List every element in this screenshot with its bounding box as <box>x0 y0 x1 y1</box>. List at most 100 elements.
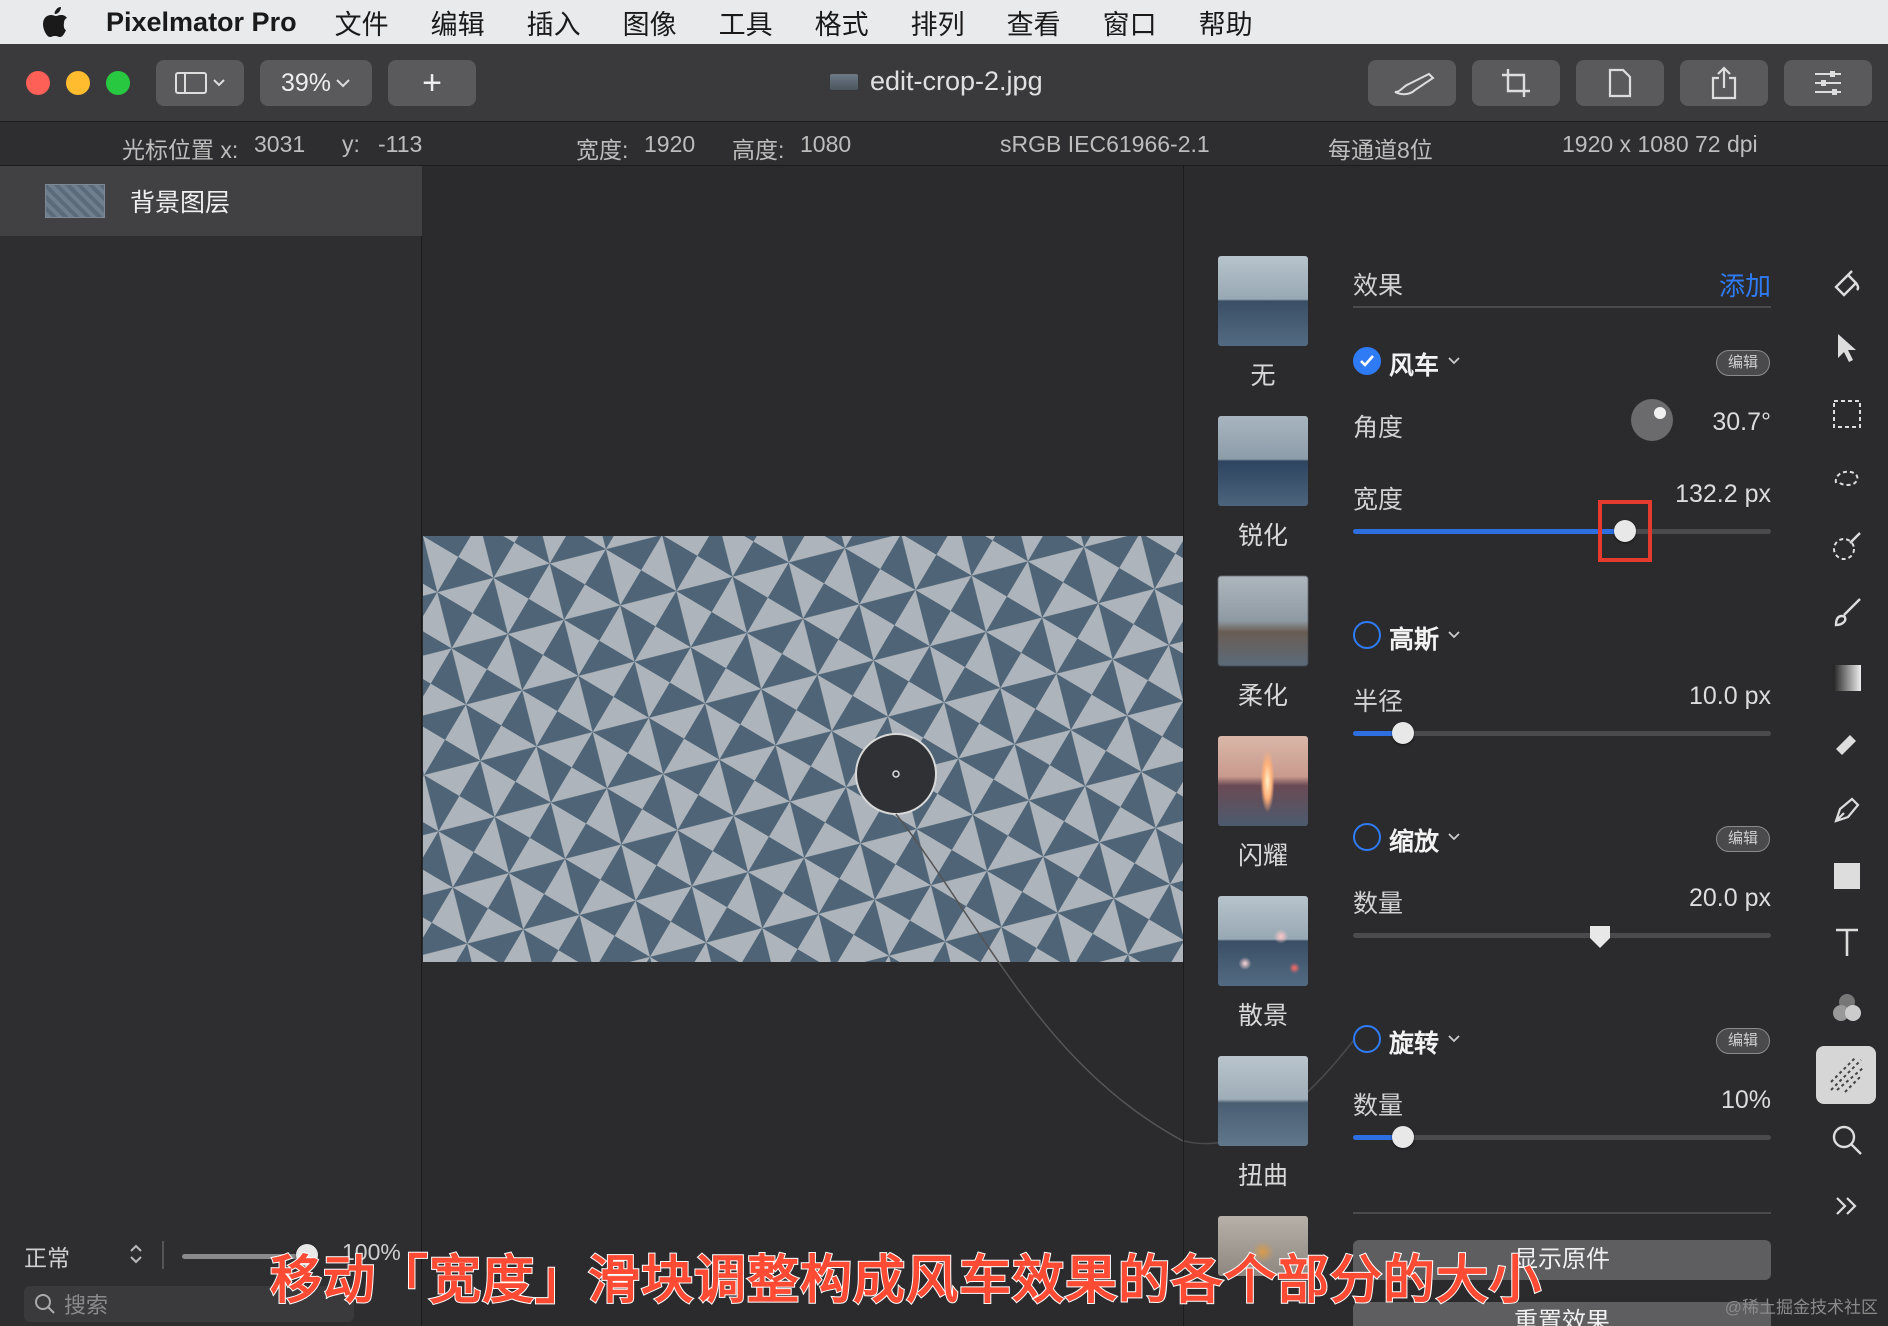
share-button[interactable] <box>1680 60 1768 106</box>
chevron-down-icon[interactable] <box>1447 630 1461 640</box>
width-slider[interactable] <box>1353 529 1771 534</box>
chevron-down-icon[interactable] <box>1447 832 1461 842</box>
zoom-amount-label: 数量 <box>1353 890 1404 918</box>
pinwheel-name[interactable]: 风车 <box>1389 346 1439 382</box>
highlight-box <box>1598 500 1652 562</box>
gradient-tool[interactable] <box>1825 656 1869 700</box>
thumb-bokeh[interactable] <box>1218 896 1308 986</box>
menu-tools[interactable]: 工具 <box>719 3 773 42</box>
pinwheel-checkbox[interactable] <box>1353 347 1381 375</box>
spin-checkbox[interactable] <box>1353 1025 1381 1053</box>
paintbrush-icon <box>1834 598 1861 627</box>
add-button[interactable]: + <box>388 60 476 106</box>
updown-chevron-icon[interactable] <box>128 1241 144 1267</box>
thumb-soften[interactable] <box>1218 576 1308 666</box>
shape-tool[interactable] <box>1825 854 1869 898</box>
spin-amount-knob[interactable] <box>1392 1126 1414 1148</box>
app-menu[interactable]: Pixelmator Pro <box>106 7 297 38</box>
layer-thumbnail <box>45 184 105 218</box>
menu-file[interactable]: 文件 <box>335 3 389 42</box>
zoom-amount-slider[interactable] <box>1353 933 1771 938</box>
cursor-y-label: y: <box>342 131 360 157</box>
effect-browser: 无 锐化 柔化 闪耀 散景 扭曲 <box>1183 166 1354 1326</box>
menu-edit[interactable]: 编辑 <box>431 3 485 42</box>
tutorial-caption: 移动「宽度」滑块调整构成风车效果的各个部分的大小 <box>269 1251 1543 1311</box>
lasso-tool[interactable] <box>1825 458 1869 502</box>
selection-tool[interactable] <box>1825 392 1869 436</box>
bit-depth: 每通道8位 <box>1328 137 1433 163</box>
menu-insert[interactable]: 插入 <box>527 3 581 42</box>
apple-icon[interactable] <box>40 5 70 39</box>
document-icon <box>1608 68 1632 98</box>
search-icon <box>35 1294 55 1314</box>
zoom-name[interactable]: 缩放 <box>1389 822 1439 858</box>
zoom-window-button[interactable] <box>106 71 130 95</box>
effects-header: 效果 <box>1353 272 1404 300</box>
tools-sidebar <box>1803 166 1888 1326</box>
paint-tool[interactable] <box>1825 590 1869 634</box>
sliders-icon <box>1815 71 1841 95</box>
zoom-amount-knob[interactable] <box>1588 924 1612 950</box>
paint-bucket-icon <box>1834 270 1860 297</box>
effects-tool[interactable] <box>1816 1046 1876 1104</box>
menu-arrange[interactable]: 排列 <box>911 3 965 42</box>
canvas-area[interactable] <box>423 166 1183 1326</box>
zoom-amount-value: 20.0 px <box>1688 884 1771 912</box>
retouch-tool[interactable] <box>1825 722 1869 766</box>
crop-button[interactable] <box>1472 60 1560 106</box>
thumb-glow[interactable] <box>1218 736 1308 826</box>
add-effect-link[interactable]: 添加 <box>1719 266 1771 303</box>
menu-view[interactable]: 查看 <box>1007 3 1061 42</box>
gaussian-name[interactable]: 高斯 <box>1389 620 1439 656</box>
pinwheel-edit-badge[interactable]: 编辑 <box>1716 350 1770 376</box>
thumb-distort[interactable] <box>1218 1056 1308 1146</box>
spin-name[interactable]: 旋转 <box>1389 1024 1439 1060</box>
pen-tool[interactable] <box>1825 788 1869 832</box>
style-tool[interactable] <box>1825 262 1869 306</box>
angle-dial[interactable] <box>1631 399 1673 441</box>
gaussian-checkbox[interactable] <box>1353 621 1381 649</box>
adjust-button[interactable] <box>1784 60 1872 106</box>
cursor-x-label: 光标位置 x: <box>122 137 239 163</box>
color-select-tool[interactable] <box>1825 524 1869 568</box>
format-button[interactable] <box>1576 60 1664 106</box>
double-chevron-right-icon <box>1836 1197 1857 1215</box>
menu-window[interactable]: 窗口 <box>1103 3 1157 42</box>
blend-mode-select[interactable]: 正常 <box>24 1239 70 1273</box>
spin-edit-badge[interactable]: 编辑 <box>1716 1028 1770 1054</box>
spin-amount-slider[interactable] <box>1353 1135 1771 1140</box>
zoom-checkbox[interactable] <box>1353 823 1381 851</box>
sidebar-toggle-button[interactable] <box>156 60 244 106</box>
arrange-tool[interactable] <box>1825 326 1869 370</box>
zoom-edit-badge[interactable]: 编辑 <box>1716 826 1770 852</box>
resolution: 1920 x 1080 72 dpi <box>1562 131 1758 157</box>
spin-amount-value: 10% <box>1720 1086 1771 1114</box>
width-value: 1920 <box>644 131 696 157</box>
color-circles-icon <box>1833 994 1861 1021</box>
more-tools-button[interactable] <box>1825 1184 1869 1228</box>
marquee-icon <box>1833 400 1861 428</box>
divider <box>1353 306 1771 308</box>
zoom-dropdown[interactable]: 39% <box>260 60 372 106</box>
edit-tools-button[interactable] <box>1368 60 1456 106</box>
zoom-tool[interactable] <box>1825 1118 1869 1162</box>
height-value: 1080 <box>800 131 852 157</box>
close-button[interactable] <box>26 71 50 95</box>
type-tool[interactable] <box>1825 920 1869 964</box>
radius-slider-knob[interactable] <box>1392 722 1414 744</box>
thumb-sharpen[interactable] <box>1218 416 1308 506</box>
thumb-none[interactable] <box>1218 256 1308 346</box>
menu-image[interactable]: 图像 <box>623 3 677 42</box>
radius-slider[interactable] <box>1353 731 1771 736</box>
menu-format[interactable]: 格式 <box>815 3 869 42</box>
brush-icon <box>1394 72 1435 96</box>
chevron-down-icon[interactable] <box>1447 1034 1461 1044</box>
minimize-button[interactable] <box>66 71 90 95</box>
menu-help[interactable]: 帮助 <box>1199 3 1253 42</box>
color-adjust-tool[interactable] <box>1825 986 1869 1030</box>
chevron-down-icon[interactable] <box>1447 356 1461 366</box>
radius-label: 半径 <box>1353 688 1404 716</box>
crop-icon <box>1502 69 1530 97</box>
spin-amount-label: 数量 <box>1353 1092 1404 1120</box>
layer-row[interactable]: 背景图层 <box>0 166 422 236</box>
